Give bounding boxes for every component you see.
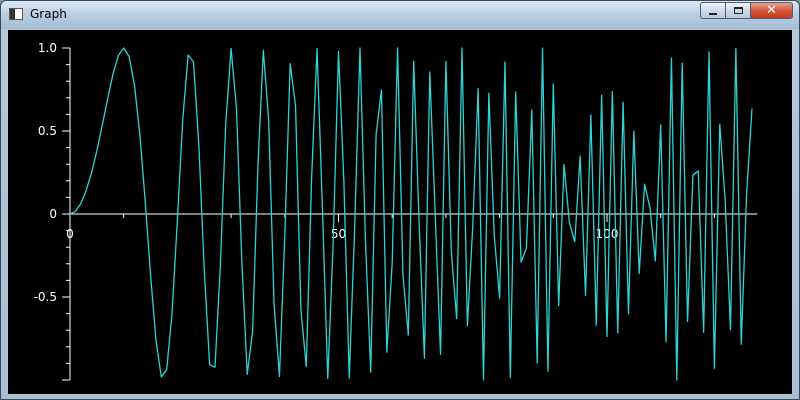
y-tick-label: 0 [49, 207, 57, 221]
window-icon[interactable] [9, 8, 23, 20]
title-bar[interactable]: Graph ✕ [1, 1, 799, 29]
line-chart: 1.00.50-0.50 50 100 [34, 41, 758, 381]
minimize-button[interactable] [700, 2, 726, 19]
maximize-button[interactable] [725, 2, 751, 19]
close-icon: ✕ [766, 3, 777, 18]
y-tick-label: 1.0 [38, 41, 57, 55]
y-tick-label: 0.5 [38, 124, 57, 138]
graph-canvas: 1.0 0.5 0 -0.5 0 50 100 [8, 30, 792, 394]
graph-window: Graph ✕ 1.0 0.5 0 -0.5 0 50 100 [0, 0, 800, 400]
x-tick-label: 0 [66, 227, 74, 241]
close-button[interactable]: ✕ [750, 2, 793, 19]
maximize-icon [733, 7, 743, 14]
window-controls: ✕ [700, 2, 793, 21]
minimize-icon [709, 12, 717, 15]
y-tick-label: -0.5 [34, 290, 57, 304]
window-title: Graph [30, 7, 67, 21]
